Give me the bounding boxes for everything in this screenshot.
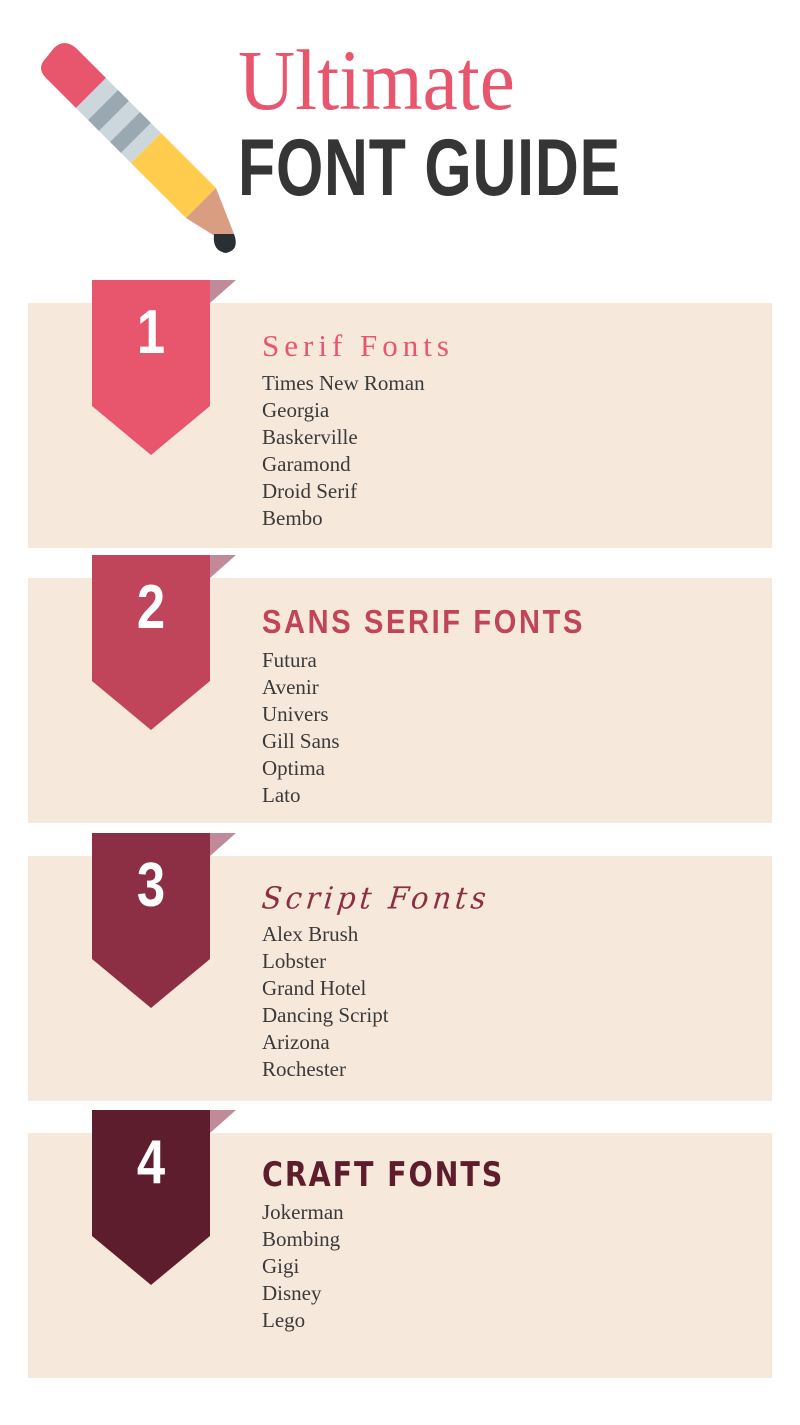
section-1: 1 Serif Fonts Times New Roman Georgia Basker… [0,280,800,550]
list-item: Jokerman [262,1200,344,1224]
banner-number: 3 [136,851,166,920]
list-item: Droid Serif [262,479,358,503]
title-line-1: Ultimate [238,32,515,128]
section-4: 4 CRAFT FONTS Jokerman Bombing Gigi Disney Leg… [0,1110,800,1380]
section-content: CRAFT FONTS Jokerman Bombing Gigi Disney Lego [262,1155,762,1334]
list-item: Alex Brush [262,922,359,946]
list-item: Georgia [262,398,330,422]
section-banner: 3 [92,833,244,1011]
section-banner: 4 [92,1110,244,1288]
list-item: Dancing Script [262,1003,389,1027]
font-name-list: Alex Brush Lobster Grand Hotel Dancing Scri… [262,921,762,1083]
font-name-list: Times New Roman Georgia Baskerville Garamon… [262,370,762,532]
list-item: Gill Sans [262,729,340,753]
section-2: 2 SANS SERIF FONTS Futura Avenir Univers Gill… [0,555,800,825]
section-heading: SANS SERIF FONTS [262,603,762,641]
banner-number: 4 [136,1128,166,1197]
list-item: Gigi [262,1254,300,1278]
list-item: Univers [262,702,329,726]
pencil-icon [41,43,236,253]
banner-shadow-triangle [210,555,236,578]
list-item: Baskerville [262,425,358,449]
section-heading-text: CRAFT FONTS [262,1155,505,1196]
font-name-list: Jokerman Bombing Gigi Disney Lego [262,1199,762,1334]
list-item: Disney [262,1281,322,1305]
section-content: Script Fonts Alex Brush Lobster Grand Hotel… [260,880,762,1083]
list-item: Lato [262,783,301,807]
section-heading: CRAFT FONTS [262,1155,762,1196]
banner-number: 2 [136,573,166,642]
section-heading: Serif Fonts [262,328,762,364]
list-item: Bembo [262,506,323,530]
section-heading-text: SANS SERIF FONTS [262,603,585,640]
list-item: Times New Roman [262,371,425,395]
section-heading: Script Fonts [260,880,762,916]
header: Ultimate FONT GUIDE [0,0,800,280]
section-content: Serif Fonts Times New Roman Georgia Baskerv… [262,328,762,532]
banner-shadow-triangle [210,833,236,856]
section-3: 3 Script Fonts Alex Brush Lobster Grand Hote… [0,833,800,1103]
title-line-2: FONT GUIDE [238,122,621,214]
list-item: Rochester [262,1057,346,1081]
font-name-list: Futura Avenir Univers Gill Sans Optima Lato [262,647,762,809]
section-banner: 2 [92,555,244,733]
banner-number: 1 [136,298,166,367]
list-item: Lego [262,1308,306,1332]
section-content: SANS SERIF FONTS Futura Avenir Univers Gill … [262,603,762,809]
list-item: Futura [262,648,317,672]
list-item: Garamond [262,452,351,476]
list-item: Arizona [262,1030,330,1054]
pencil-tip [213,234,236,253]
banner-shadow-triangle [210,1110,236,1133]
section-banner: 1 [92,280,244,458]
list-item: Grand Hotel [262,976,367,1000]
list-item: Avenir [262,675,319,699]
list-item: Bombing [262,1227,341,1251]
list-item: Optima [262,756,325,780]
page-title: Ultimate FONT GUIDE [238,32,778,208]
banner-shadow-triangle [210,280,236,303]
list-item: Lobster [262,949,327,973]
section-heading-text: Serif Fonts [262,328,454,363]
section-heading-text: Script Fonts [260,880,492,916]
